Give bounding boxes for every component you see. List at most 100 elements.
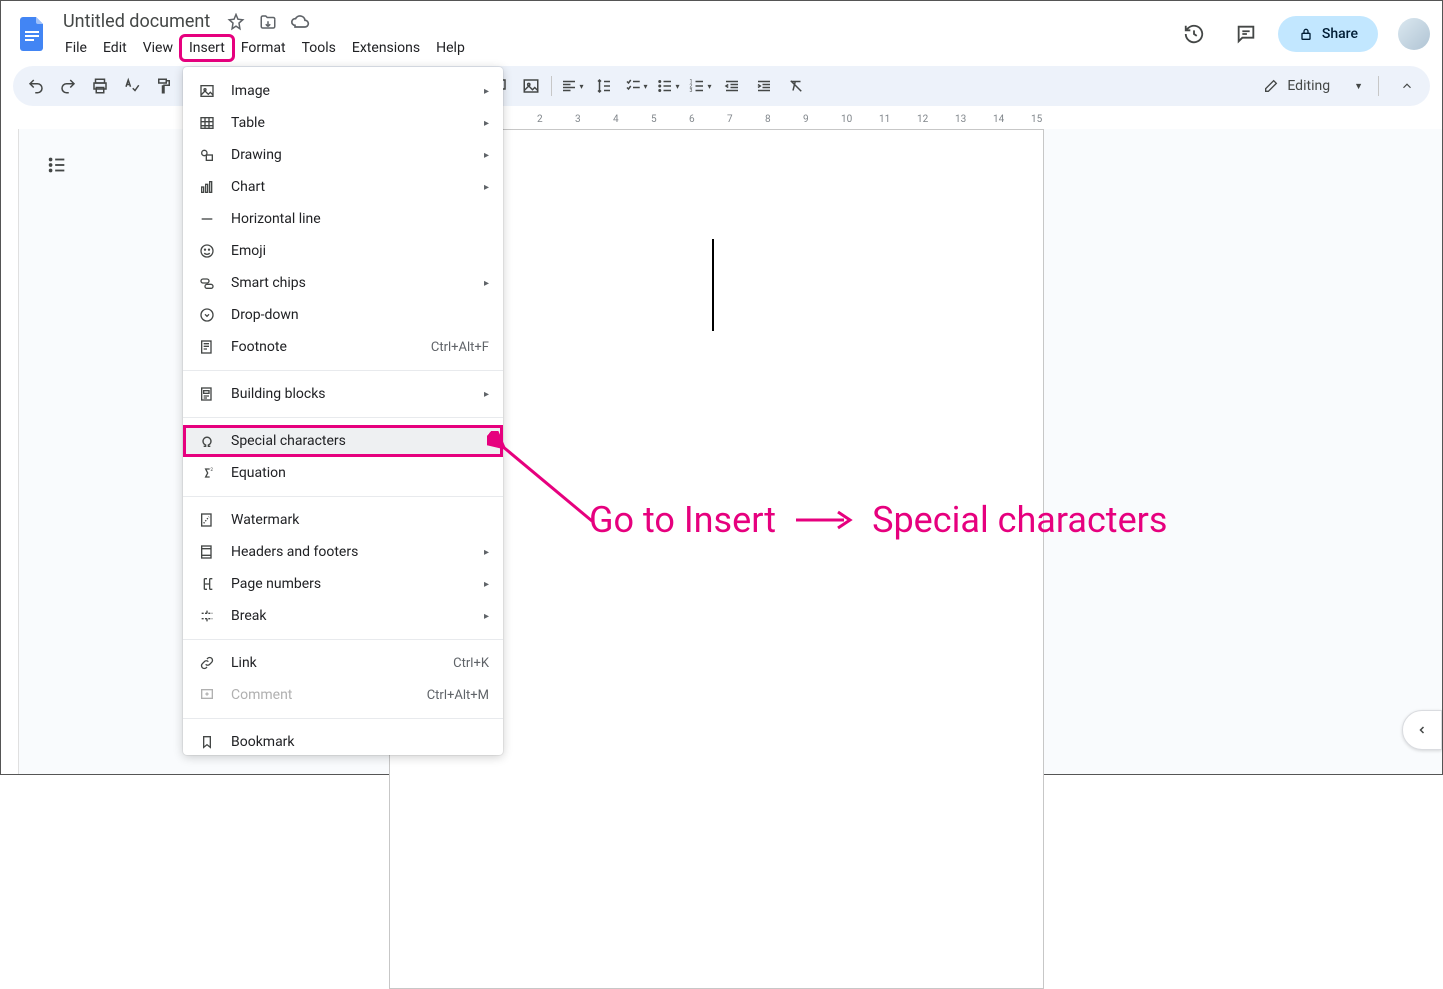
indent-decrease-button[interactable] <box>717 72 747 100</box>
outline-button[interactable] <box>39 147 75 183</box>
print-button[interactable] <box>85 72 115 100</box>
align-button[interactable]: ▾ <box>557 72 587 100</box>
menu-item-smart-chips[interactable]: Smart chips▸ <box>183 267 503 299</box>
chart-icon <box>197 179 217 195</box>
vertical-ruler[interactable] <box>1 129 19 774</box>
menu-item-drop-down[interactable]: Drop-down <box>183 299 503 331</box>
move-icon[interactable] <box>256 10 280 34</box>
ruler-tick: 13 <box>955 112 966 125</box>
ruler-tick: 14 <box>993 112 1004 125</box>
menu-file[interactable]: File <box>57 36 95 60</box>
chevron-down-icon: ▼ <box>1354 81 1363 92</box>
chevron-right-icon: ▸ <box>484 118 489 129</box>
equation-icon: 2 <box>197 465 217 481</box>
omega-icon <box>197 433 217 449</box>
chevron-right-icon: ▸ <box>484 389 489 400</box>
menu-item-emoji[interactable]: Emoji <box>183 235 503 267</box>
menu-item-label: Chart <box>231 179 484 195</box>
bullet-list-button[interactable]: ▾ <box>653 72 683 100</box>
lock-icon <box>1298 26 1314 42</box>
chevron-right-icon: ▸ <box>484 150 489 161</box>
menu-item-label: Table <box>231 115 484 131</box>
explore-button[interactable] <box>1402 710 1442 750</box>
chevron-right-icon: ▸ <box>484 182 489 193</box>
menu-tools[interactable]: Tools <box>294 36 344 60</box>
menu-shortcut: Ctrl+Alt+F <box>431 340 489 355</box>
document-title[interactable]: Untitled document <box>57 9 216 34</box>
insert-image-button[interactable] <box>516 72 546 100</box>
clear-format-button[interactable] <box>781 72 811 100</box>
undo-button[interactable] <box>21 72 51 100</box>
ruler-tick: 8 <box>765 112 771 125</box>
menu-item-footnote[interactable]: 1 FootnoteCtrl+Alt+F <box>183 331 503 363</box>
link-icon <box>197 655 217 671</box>
docs-logo[interactable] <box>13 14 53 54</box>
ruler-tick: 15 <box>1031 112 1042 125</box>
avatar[interactable] <box>1398 18 1430 50</box>
menu-item-link[interactable]: LinkCtrl+K <box>183 647 503 679</box>
menu-item-drawing[interactable]: Drawing▸ <box>183 139 503 171</box>
menu-item-label: Image <box>231 83 484 99</box>
spellcheck-button[interactable] <box>117 72 147 100</box>
menubar: File Edit View Insert Format Tools Exten… <box>57 36 1174 60</box>
menu-shortcut: Ctrl+Alt+M <box>427 688 489 703</box>
menu-insert[interactable]: Insert <box>181 36 233 60</box>
break-icon <box>197 608 217 624</box>
menu-item-bookmark[interactable]: Bookmark <box>183 726 503 755</box>
comments-icon[interactable] <box>1226 14 1266 54</box>
menu-edit[interactable]: Edit <box>95 36 135 60</box>
headers-icon <box>197 544 217 560</box>
menu-item-watermark[interactable]: Watermark <box>183 504 503 536</box>
line-spacing-button[interactable] <box>589 72 619 100</box>
ruler-tick: 6 <box>689 112 695 125</box>
menu-item-label: Emoji <box>231 243 489 259</box>
menu-shortcut: Ctrl+K <box>453 656 489 671</box>
redo-button[interactable] <box>53 72 83 100</box>
drawing-icon <box>197 147 217 163</box>
menu-item-label: Break <box>231 608 484 624</box>
menu-item-horizontal-line[interactable]: Horizontal line <box>183 203 503 235</box>
menu-item-label: Special characters <box>231 433 489 449</box>
menu-item-label: Smart chips <box>231 275 484 291</box>
image-icon <box>197 83 217 99</box>
ruler-tick: 5 <box>651 112 657 125</box>
menu-item-headers-and-footers[interactable]: Headers and footers▸ <box>183 536 503 568</box>
footnote-icon: 1 <box>197 339 217 355</box>
menu-format[interactable]: Format <box>233 36 294 60</box>
dropdown-icon <box>197 307 217 323</box>
menu-item-image[interactable]: Image▸ <box>183 75 503 107</box>
collapse-toolbar-button[interactable] <box>1392 72 1422 100</box>
editing-mode-button[interactable]: Editing ▼ <box>1253 74 1373 98</box>
star-icon[interactable] <box>224 10 248 34</box>
share-label: Share <box>1322 26 1358 42</box>
menu-item-table[interactable]: Table▸ <box>183 107 503 139</box>
menu-item-equation[interactable]: 2Equation <box>183 457 503 489</box>
menu-help[interactable]: Help <box>428 36 473 60</box>
ruler-tick: 2 <box>537 112 543 125</box>
menu-item-label: Drawing <box>231 147 484 163</box>
menu-item-page-numbers[interactable]: Page numbers▸ <box>183 568 503 600</box>
menu-item-label: Headers and footers <box>231 544 484 560</box>
menu-extensions[interactable]: Extensions <box>344 36 428 60</box>
menu-item-special-characters[interactable]: Special characters <box>183 425 503 457</box>
menu-item-label: Drop-down <box>231 307 489 323</box>
chevron-right-icon: ▸ <box>484 86 489 97</box>
indent-increase-button[interactable] <box>749 72 779 100</box>
menu-view[interactable]: View <box>135 36 181 60</box>
chevron-right-icon: ▸ <box>484 611 489 622</box>
svg-text:1: 1 <box>210 340 213 346</box>
paint-format-button[interactable] <box>149 72 179 100</box>
menu-item-label: Page numbers <box>231 576 484 592</box>
history-icon[interactable] <box>1174 14 1214 54</box>
cloud-status-icon[interactable] <box>288 10 312 34</box>
chevron-right-icon: ▸ <box>484 579 489 590</box>
menu-item-break[interactable]: Break▸ <box>183 600 503 632</box>
menu-item-label: Footnote <box>231 339 431 355</box>
share-button[interactable]: Share <box>1278 16 1378 52</box>
menu-item-building-blocks[interactable]: Building blocks▸ <box>183 378 503 410</box>
numbered-list-button[interactable]: 123▾ <box>685 72 715 100</box>
chips-icon <box>197 275 217 291</box>
menu-item-chart[interactable]: Chart▸ <box>183 171 503 203</box>
menu-item-label: Comment <box>231 687 427 703</box>
checklist-button[interactable]: ▾ <box>621 72 651 100</box>
